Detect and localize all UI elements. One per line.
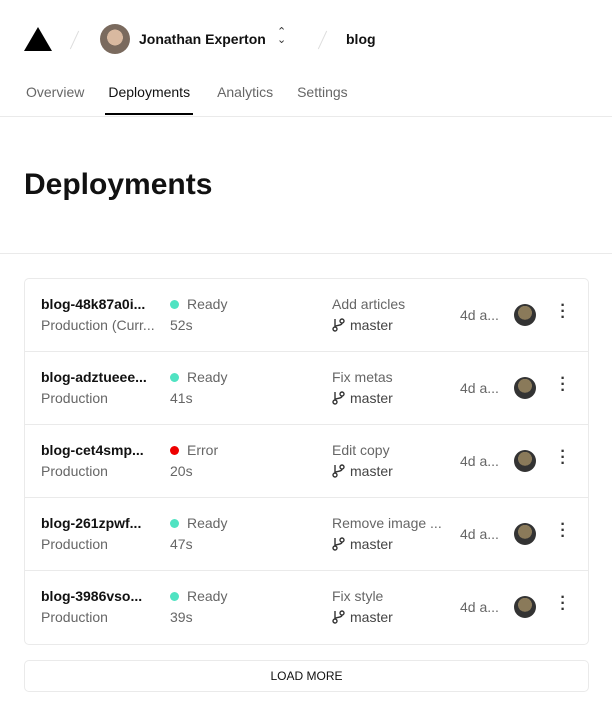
page-title: Deployments [24,168,213,201]
avatar [100,24,130,54]
separator [317,30,328,50]
duration: 39s [170,609,193,625]
tab-analytics[interactable]: Analytics [217,84,273,114]
separator [69,30,80,50]
commit: Remove image ... master [332,515,442,552]
tab-overview[interactable]: Overview [26,84,84,114]
status-dot-icon [170,519,179,528]
deployment-info: blog-adztueee... Production [41,369,147,406]
more-menu-icon[interactable]: · · · [560,371,566,399]
commit-message[interactable]: Fix metas [332,369,393,385]
author-avatar [514,596,536,618]
deployment-name[interactable]: blog-48k87a0i... [41,296,155,312]
commit-message[interactable]: Add articles [332,296,405,312]
deployment-info: blog-cet4smp... Production [41,442,144,479]
page-header: Deployments [0,118,612,254]
status: Ready 47s [170,515,227,552]
author-avatar [514,304,536,326]
commit: Edit copy master [332,442,393,479]
commit-message[interactable]: Fix style [332,588,393,604]
author-avatar [514,450,536,472]
more-menu-icon[interactable]: · · · [560,517,566,545]
status-label: Ready [187,296,228,312]
status: Ready 39s [170,588,227,625]
deployment-row[interactable]: blog-adztueee... Production Ready 41s Fix … [25,352,588,425]
git-branch-icon [332,391,345,405]
timestamp: 4d a... [460,599,499,615]
branch-name: master [350,536,393,552]
author-avatar [514,377,536,399]
deployment-row[interactable]: blog-48k87a0i... Production (Curr... Read… [25,279,588,352]
git-branch-icon [332,464,345,478]
status-label: Ready [187,515,228,531]
status: Ready 52s [170,296,227,333]
duration: 52s [170,317,193,333]
deployment-name[interactable]: blog-adztueee... [41,369,147,385]
status: Error 20s [170,442,218,479]
deployment-info: blog-261zpwf... Production [41,515,141,552]
more-menu-icon[interactable]: · · · [560,444,566,472]
deployment-info: blog-48k87a0i... Production (Curr... [41,296,155,333]
logo-icon[interactable] [24,27,52,51]
deployment-name[interactable]: blog-261zpwf... [41,515,141,531]
user-name[interactable]: Jonathan Experton [139,31,266,47]
status-label: Ready [187,369,228,385]
status: Ready 41s [170,369,227,406]
status-label: Error [187,442,219,458]
status-dot-icon [170,592,179,601]
deployment-row[interactable]: blog-3986vso... Production Ready 39s Fix s… [25,571,588,644]
status-dot-icon [170,446,179,455]
deployment-list: blog-48k87a0i... Production (Curr... Read… [24,278,589,645]
tab-deployments[interactable]: Deployments [105,84,193,115]
deployment-row[interactable]: blog-cet4smp... Production Error 20s Edit … [25,425,588,498]
load-more-button[interactable]: LOAD MORE [24,660,589,692]
timestamp: 4d a... [460,526,499,542]
author-avatar [514,523,536,545]
commit: Fix metas master [332,369,393,406]
deployment-info: blog-3986vso... Production [41,588,142,625]
deployment-row[interactable]: blog-261zpwf... Production Ready 47s Remov… [25,498,588,571]
git-branch-icon [332,610,345,624]
timestamp: 4d a... [460,453,499,469]
commit-message[interactable]: Edit copy [332,442,393,458]
more-menu-icon[interactable]: · · · [560,590,566,618]
git-branch-icon [332,318,345,332]
tab-settings[interactable]: Settings [297,84,348,114]
duration: 20s [170,463,193,479]
project-name[interactable]: blog [346,31,376,47]
deployment-name[interactable]: blog-cet4smp... [41,442,144,458]
commit: Fix style master [332,588,393,625]
branch-name: master [350,609,393,625]
git-branch-icon [332,537,345,551]
status-dot-icon [170,300,179,309]
commit-message[interactable]: Remove image ... [332,515,442,531]
branch-name: master [350,463,393,479]
timestamp: 4d a... [460,307,499,323]
more-menu-icon[interactable]: · · · [560,298,566,326]
chevron-updown-icon[interactable]: ⌃ ⌄ [277,27,286,46]
branch-name: master [350,390,393,406]
duration: 41s [170,390,193,406]
environment: Production [41,536,108,552]
status-dot-icon [170,373,179,382]
deployment-name[interactable]: blog-3986vso... [41,588,142,604]
duration: 47s [170,536,193,552]
status-label: Ready [187,588,228,604]
commit: Add articles master [332,296,405,333]
environment: Production [41,463,108,479]
environment: Production [41,609,108,625]
environment: Production (Curr... [41,317,155,333]
timestamp: 4d a... [460,380,499,396]
top-nav: Jonathan Experton ⌃ ⌄ blog Overview Deplo… [0,0,612,117]
environment: Production [41,390,108,406]
branch-name: master [350,317,393,333]
tabs: Overview Deployments Analytics Settings [0,84,372,115]
